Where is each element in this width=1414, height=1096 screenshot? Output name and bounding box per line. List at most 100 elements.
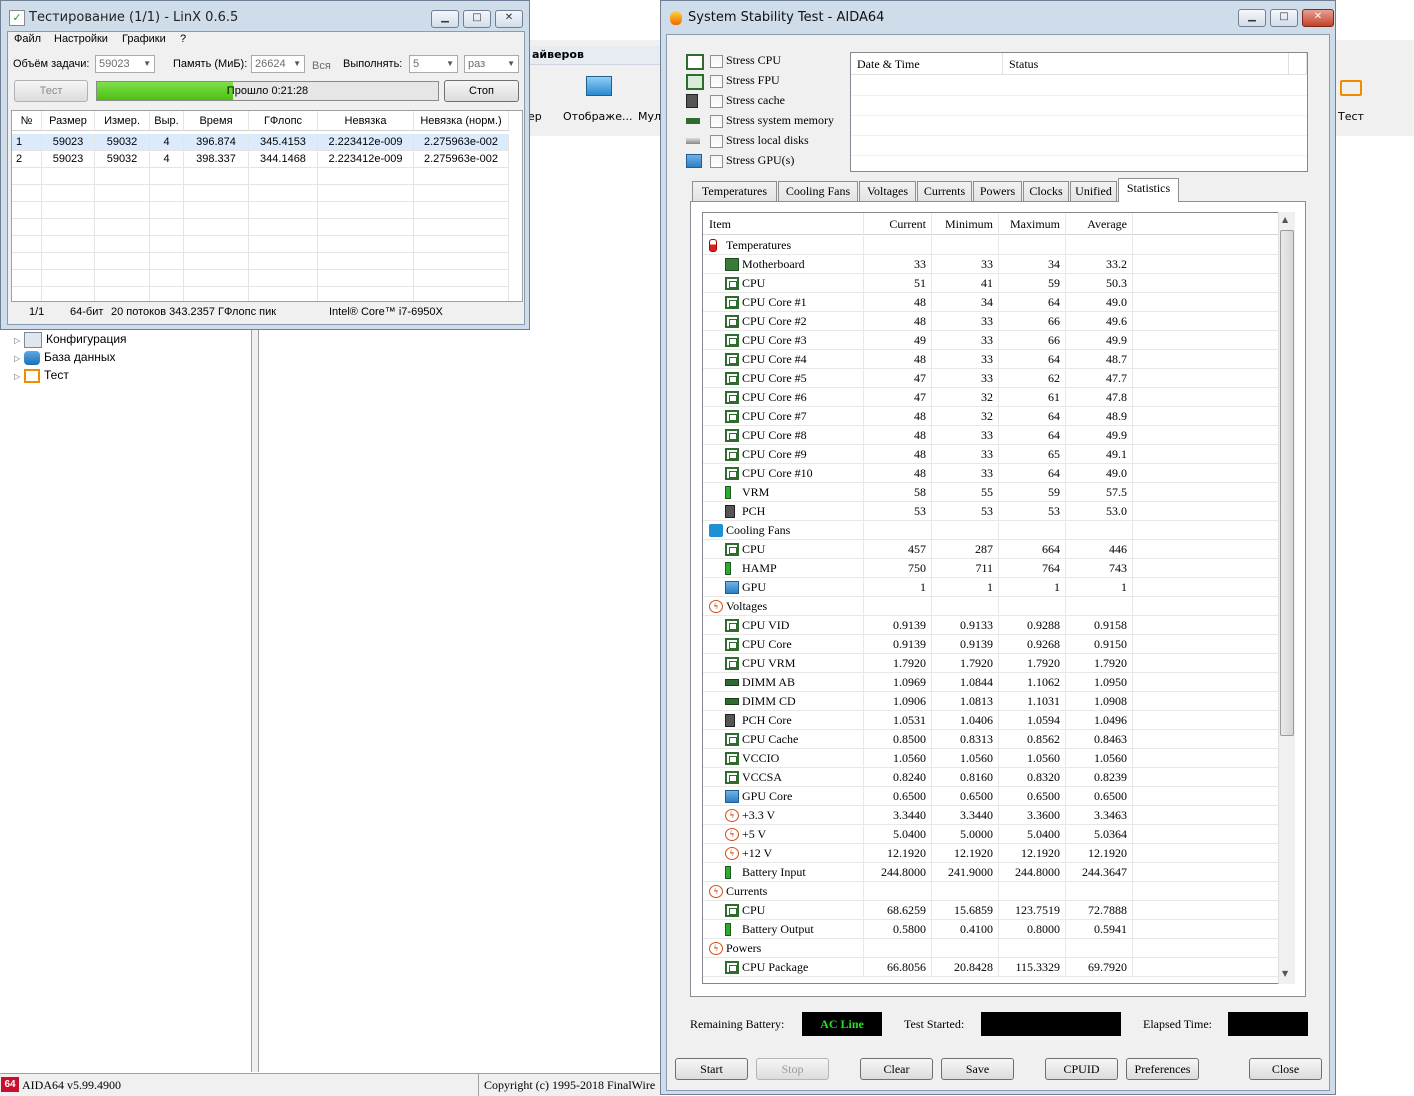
sensor-row[interactable]: CPU Core #2 48 33 66 49.6 — [703, 312, 1279, 331]
vertical-scrollbar[interactable]: ▲ ▼ — [1278, 212, 1295, 984]
sensor-row[interactable]: DIMM CD 1.0906 1.0813 1.1031 1.0908 — [703, 692, 1279, 711]
sensor-row[interactable]: PCH 53 53 53 53.0 — [703, 502, 1279, 521]
stress-checkbox[interactable] — [710, 75, 723, 88]
run-unit-combo[interactable]: раз ▼ — [464, 55, 519, 73]
stop-button[interactable]: Стоп — [444, 80, 519, 102]
sensor-row[interactable]: CPU Cache 0.8500 0.8313 0.8562 0.8463 — [703, 730, 1279, 749]
close-button[interactable]: ✕ — [495, 10, 523, 28]
group-row[interactable]: ϟ Powers — [703, 939, 1279, 958]
group-row[interactable]: Cooling Fans — [703, 521, 1279, 540]
column-header[interactable]: Item — [703, 213, 864, 235]
statistics-table[interactable]: Item Current Minimum Maximum Average Temperat… — [702, 212, 1294, 984]
stop-button[interactable]: Stop — [756, 1058, 829, 1080]
sensor-row[interactable]: ϟ +12 V 12.1920 12.1920 12.1920 12.1920 — [703, 844, 1279, 863]
column-header[interactable]: Время — [184, 111, 249, 131]
test-button[interactable]: Тест — [14, 80, 88, 102]
column-header[interactable]: Maximum — [999, 213, 1066, 235]
sensor-row[interactable]: CPU Core #6 47 32 61 47.8 — [703, 388, 1279, 407]
sensor-row[interactable]: CPU Core 0.9139 0.9139 0.9268 0.9150 — [703, 635, 1279, 654]
close-button[interactable]: ✕ — [1302, 9, 1334, 27]
sensor-row[interactable]: HAMP 750 711 764 743 — [703, 559, 1279, 578]
sensor-row[interactable]: Motherboard 33 33 34 33.2 — [703, 255, 1279, 274]
column-header[interactable]: Размер — [42, 111, 95, 131]
minimize-button[interactable]: ▁ — [431, 10, 459, 28]
log-header-status[interactable]: Status — [1003, 53, 1289, 75]
expand-icon[interactable]: ▷ — [14, 368, 24, 386]
tree-item-database[interactable]: ▷ База данных — [14, 348, 115, 366]
tab-statistics[interactable]: Statistics — [1118, 178, 1179, 202]
start-button[interactable]: Start — [675, 1058, 748, 1080]
sensor-row[interactable]: CPU 68.6259 15.6859 123.7519 72.7888 — [703, 901, 1279, 920]
group-row[interactable]: ϟ Currents — [703, 882, 1279, 901]
tree-item-config[interactable]: ▷ Конфигурация — [14, 330, 127, 348]
column-header[interactable]: Невязка — [318, 111, 414, 131]
sensor-row[interactable]: VCCIO 1.0560 1.0560 1.0560 1.0560 — [703, 749, 1279, 768]
minimize-button[interactable]: ▁ — [1238, 9, 1266, 27]
stress-checkbox[interactable] — [710, 95, 723, 108]
close-dialog-button[interactable]: Close — [1249, 1058, 1322, 1080]
memory-combo[interactable]: 26624 ▼ — [251, 55, 305, 73]
maximize-button[interactable]: □ — [1270, 9, 1298, 27]
sensor-row[interactable]: Battery Output 0.5800 0.4100 0.8000 0.5941 — [703, 920, 1279, 939]
sensor-row[interactable]: CPU Core #7 48 32 64 48.9 — [703, 407, 1279, 426]
tab-cooling-fans[interactable]: Cooling Fans — [778, 181, 858, 201]
sensor-row[interactable]: CPU Core #3 49 33 66 49.9 — [703, 331, 1279, 350]
sensor-row[interactable]: PCH Core 1.0531 1.0406 1.0594 1.0496 — [703, 711, 1279, 730]
task-size-combo[interactable]: 59023 ▼ — [95, 55, 155, 73]
menu-settings[interactable]: Настройки — [54, 33, 108, 45]
status-log[interactable]: Date & Time Status — [850, 52, 1308, 172]
stress-checkbox[interactable] — [710, 115, 723, 128]
column-header[interactable]: ГФлопс — [249, 111, 318, 131]
sensor-row[interactable]: DIMM AB 1.0969 1.0844 1.1062 1.0950 — [703, 673, 1279, 692]
cpuid-button[interactable]: CPUID — [1045, 1058, 1118, 1080]
tab-powers[interactable]: Powers — [973, 181, 1022, 201]
results-table[interactable]: № Размер Измер. Выр. Время ГФлопс Невязка Невяз… — [11, 110, 523, 302]
column-header[interactable]: Current — [864, 213, 932, 235]
scroll-up-icon[interactable]: ▲ — [1282, 215, 1288, 224]
stress-checkbox[interactable] — [710, 55, 723, 68]
toolbar-item-multimedia[interactable]: Мул — [638, 110, 661, 123]
sensor-row[interactable]: Battery Input 244.8000 241.9000 244.8000 244… — [703, 863, 1279, 882]
sensor-row[interactable]: CPU Core #8 48 33 64 49.9 — [703, 426, 1279, 445]
sensor-row[interactable]: CPU Core #5 47 33 62 47.7 — [703, 369, 1279, 388]
table-header[interactable]: № Размер Измер. Выр. Время ГФлопс Невязка Невяз… — [12, 111, 509, 131]
sensor-row[interactable]: ϟ +5 V 5.0400 5.0000 5.0400 5.0364 — [703, 825, 1279, 844]
sensor-row[interactable]: GPU 1 1 1 1 — [703, 578, 1279, 597]
scroll-down-icon[interactable]: ▼ — [1282, 969, 1288, 978]
column-header[interactable]: Измер. — [95, 111, 150, 131]
column-header[interactable] — [1133, 213, 1279, 235]
stress-checkbox[interactable] — [710, 155, 723, 168]
run-count-combo[interactable]: 5 ▼ — [409, 55, 458, 73]
toolbar-item-test[interactable]: Тест — [1338, 110, 1364, 123]
sensor-row[interactable]: VCCSA 0.8240 0.8160 0.8320 0.8239 — [703, 768, 1279, 787]
menu-file[interactable]: Файл — [14, 33, 41, 45]
tab-unified[interactable]: Unified — [1070, 181, 1117, 201]
group-row[interactable]: Temperatures — [703, 236, 1279, 255]
sensor-row[interactable]: CPU 457 287 664 446 — [703, 540, 1279, 559]
table-row[interactable]: 1 59023 59032 4 396.874 345.4153 2.223412e-009… — [12, 134, 509, 151]
tab-currents[interactable]: Currents — [917, 181, 972, 201]
column-header[interactable]: Minimum — [932, 213, 999, 235]
memory-all-checkbox-label[interactable]: Вся — [312, 60, 331, 72]
sensor-row[interactable]: CPU Core #1 48 34 64 49.0 — [703, 293, 1279, 312]
maximize-button[interactable]: □ — [463, 10, 491, 28]
sensor-row[interactable]: CPU Package 66.8056 20.8428 115.3329 69.7920 — [703, 958, 1279, 977]
stress-checkbox[interactable] — [710, 135, 723, 148]
column-header[interactable]: Невязка (норм.) — [414, 111, 509, 131]
table-row[interactable]: 2 59023 59032 4 398.337 344.1468 2.223412e-009… — [12, 151, 509, 168]
sensor-row[interactable]: CPU Core #10 48 33 64 49.0 — [703, 464, 1279, 483]
sensor-row[interactable]: VRM 58 55 59 57.5 — [703, 483, 1279, 502]
toolbar-item-display[interactable]: Отображе... — [563, 110, 632, 123]
sensor-row[interactable]: ϟ +3.3 V 3.3440 3.3440 3.3600 3.3463 — [703, 806, 1279, 825]
sensor-row[interactable]: CPU Core #4 48 33 64 48.7 — [703, 350, 1279, 369]
menu-help[interactable]: ? — [180, 33, 186, 45]
column-header[interactable]: № — [12, 111, 42, 131]
scroll-thumb[interactable] — [1280, 230, 1294, 736]
preferences-button[interactable]: Preferences — [1126, 1058, 1199, 1080]
column-header[interactable]: Выр. — [150, 111, 184, 131]
log-header-datetime[interactable]: Date & Time — [851, 53, 1003, 75]
sensor-row[interactable]: GPU Core 0.6500 0.6500 0.6500 0.6500 — [703, 787, 1279, 806]
tab-clocks[interactable]: Clocks — [1023, 181, 1069, 201]
toolbar-item-partial[interactable]: ер — [528, 110, 542, 123]
sensor-row[interactable]: CPU 51 41 59 50.3 — [703, 274, 1279, 293]
